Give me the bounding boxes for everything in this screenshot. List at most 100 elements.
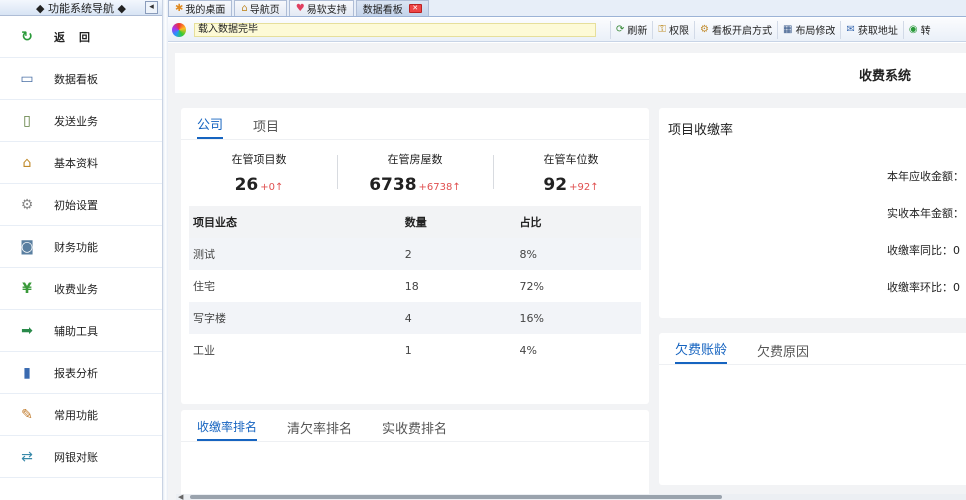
table-cell: 16% bbox=[515, 302, 641, 334]
sidebar-header: ◆ 功能系统导航 ◆ ◂ bbox=[0, 0, 162, 16]
layout-icon: ▦ bbox=[782, 24, 793, 35]
pen-icon: ✎ bbox=[21, 406, 33, 423]
permission-button[interactable]: ⚿ 权限 bbox=[652, 20, 694, 39]
kpi-parking: 在管车位数 92 +92↑ bbox=[493, 151, 649, 195]
rate-row: 收缴率同比：0 bbox=[887, 244, 960, 257]
refresh-icon: ⟳ bbox=[616, 24, 625, 35]
gear-icon: ⚙ bbox=[700, 24, 709, 35]
exchange-icon: ⇄ bbox=[21, 448, 33, 465]
arrears-card: 欠费账龄 欠费原因 bbox=[659, 333, 966, 485]
kpi-value: 26 bbox=[234, 175, 259, 195]
tab-label: 我的桌面 bbox=[185, 5, 226, 16]
table-cell: 工业 bbox=[193, 344, 215, 357]
sidebar-item-label: 财务功能 bbox=[54, 240, 98, 254]
table-row: 写字楼 4 16% bbox=[189, 302, 641, 334]
button-label: 刷新 bbox=[627, 26, 648, 37]
tab-actual-fee-rank[interactable]: 实收费排名 bbox=[382, 418, 447, 441]
tab-label: 易软支持 bbox=[306, 5, 347, 16]
sidebar-item-common[interactable]: ✎ 常用功能 bbox=[0, 394, 162, 436]
tab-label: 数据看板 bbox=[362, 5, 403, 16]
tab-my-desktop[interactable]: ✱ 我的桌面 bbox=[168, 0, 233, 16]
page-header: 收费系统 bbox=[175, 53, 966, 93]
convert-icon: ◉ bbox=[908, 24, 918, 35]
get-address-button[interactable]: ✉ 获取地址 bbox=[840, 20, 902, 39]
sidebar-item-send[interactable]: ▯ 发送业务 bbox=[0, 100, 162, 142]
key-icon: ⚿ bbox=[658, 24, 667, 35]
sidebar-item-dashboard[interactable]: ▭ 数据看板 bbox=[0, 58, 162, 100]
rate-row: 收缴率环比：0 bbox=[887, 281, 960, 294]
button-label: 布局修改 bbox=[795, 26, 836, 37]
sidebar-item-init-settings[interactable]: ⚙ 初始设置 bbox=[0, 184, 162, 226]
ranking-tabs: 收缴率排名 清欠率排名 实收费排名 bbox=[181, 410, 649, 442]
phone-icon: ▯ bbox=[23, 112, 31, 129]
tab-nav-page[interactable]: ⌂ 导航页 bbox=[234, 0, 287, 16]
layout-edit-button[interactable]: ▦ 布局修改 bbox=[776, 20, 840, 39]
tab-arrears-age[interactable]: 欠费账龄 bbox=[675, 339, 728, 364]
horizontal-scrollbar[interactable]: ◀ bbox=[176, 493, 966, 500]
company-tabs: 公司 项目 bbox=[181, 108, 649, 140]
kpi-value: 6738 bbox=[369, 175, 417, 195]
table-header-row: 项目业态 数量 占比 bbox=[189, 206, 641, 238]
monitor-icon: ▭ bbox=[20, 70, 34, 87]
table-cell: 2 bbox=[400, 238, 516, 270]
column-header: 占比 bbox=[515, 206, 641, 238]
sidebar-item-finance[interactable]: ◙ 财务功能 bbox=[0, 226, 162, 268]
table-row: 测试 2 8% bbox=[189, 238, 641, 270]
sidebar-item-bank-reconcile[interactable]: ⇄ 网银对账 bbox=[0, 436, 162, 478]
heart-icon: ♥ bbox=[295, 3, 305, 14]
table-cell: 写字楼 bbox=[189, 302, 401, 334]
sidebar-item-reports[interactable]: ▮ 报表分析 bbox=[0, 352, 162, 394]
star-icon: ✱ bbox=[175, 3, 184, 14]
tab-support[interactable]: ♥ 易软支持 bbox=[288, 0, 354, 16]
business-type-table: 项目业态 数量 占比 测试 2 8% 住宅 18 72% 写字楼 4 16% 工… bbox=[189, 206, 641, 366]
sidebar-item-label: 数据看板 bbox=[54, 72, 98, 86]
refresh-button[interactable]: ⟳ 刷新 bbox=[610, 20, 652, 39]
table-row: 工业 1 4% bbox=[189, 334, 641, 366]
close-icon[interactable]: ✕ bbox=[408, 4, 422, 13]
kpi-row: 在管项目数 26 +0↑ 在管房屋数 6738 +6738↑ 在管车位数 92 +92… bbox=[181, 140, 649, 206]
kpi-delta: +6738↑ bbox=[418, 182, 461, 193]
column-header: 项目业态 bbox=[189, 206, 401, 238]
table-cell: 4 bbox=[400, 302, 516, 334]
sidebar-item-label: 收费业务 bbox=[54, 282, 98, 296]
status-icon bbox=[172, 22, 186, 37]
sidebar-item-label: 网银对账 bbox=[54, 450, 98, 464]
kpi-label: 在管项目数 bbox=[231, 153, 287, 166]
home-icon: ⌂ bbox=[22, 154, 32, 171]
table-cell: 72% bbox=[519, 279, 544, 293]
sidebar-item-basic-data[interactable]: ⌂ 基本资料 bbox=[0, 142, 162, 184]
toolbar: 载入数据完毕 ⟳ 刷新 ⚿ 权限 ⚙ 看板开启方式 ▦ 布局修改 ✉ 获取地址 … bbox=[168, 18, 966, 42]
table-row: 住宅 18 72% bbox=[189, 270, 641, 302]
collapse-icon[interactable]: ◂ bbox=[145, 1, 158, 14]
tab-arrears-clear-rank[interactable]: 清欠率排名 bbox=[287, 418, 352, 441]
tab-project[interactable]: 项目 bbox=[253, 116, 279, 139]
tab-collection-rank[interactable]: 收缴率排名 bbox=[197, 418, 258, 441]
sidebar-item-tools[interactable]: ➡ 辅助工具 bbox=[0, 310, 162, 352]
company-card: 公司 项目 在管项目数 26 +0↑ 在管房屋数 6738 +6738↑ 在管车位数… bbox=[181, 108, 649, 404]
scrollbar-thumb[interactable] bbox=[190, 495, 722, 499]
tab-arrears-reason[interactable]: 欠费原因 bbox=[757, 341, 809, 364]
kpi-label: 在管房屋数 bbox=[387, 153, 443, 166]
bar-chart-icon: ▮ bbox=[23, 364, 31, 381]
mail-icon: ✉ bbox=[846, 24, 855, 35]
scroll-left-icon[interactable]: ◀ bbox=[178, 493, 183, 500]
yen-icon: ¥ bbox=[22, 280, 32, 297]
board-open-mode-button[interactable]: ⚙ 看板开启方式 bbox=[694, 20, 777, 39]
sidebar-item-label: 返回 bbox=[54, 30, 104, 44]
tab-company[interactable]: 公司 bbox=[197, 114, 224, 139]
sidebar-item-label: 辅助工具 bbox=[54, 324, 98, 338]
table-cell: 8% bbox=[515, 238, 641, 270]
sidebar-back-button[interactable]: ↻ 返回 bbox=[0, 16, 162, 58]
tab-dashboard[interactable]: 数据看板 ✕ bbox=[355, 0, 429, 16]
ranking-card: 收缴率排名 清欠率排名 实收费排名 bbox=[181, 410, 649, 500]
rate-row: 本年应收金额： bbox=[887, 170, 964, 183]
sidebar-title: ◆ 功能系统导航 ◆ bbox=[36, 1, 126, 15]
sidebar-item-label: 报表分析 bbox=[54, 366, 98, 380]
button-label: 获取地址 bbox=[857, 26, 898, 37]
kpi-houses: 在管房屋数 6738 +6738↑ bbox=[337, 151, 493, 195]
button-label: 权限 bbox=[669, 26, 690, 37]
sidebar-item-label: 发送业务 bbox=[54, 114, 98, 128]
convert-button[interactable]: ◉ 转 bbox=[902, 20, 936, 39]
rate-row: 实收本年金额： bbox=[887, 207, 964, 220]
sidebar-item-charging[interactable]: ¥ 收费业务 bbox=[0, 268, 162, 310]
